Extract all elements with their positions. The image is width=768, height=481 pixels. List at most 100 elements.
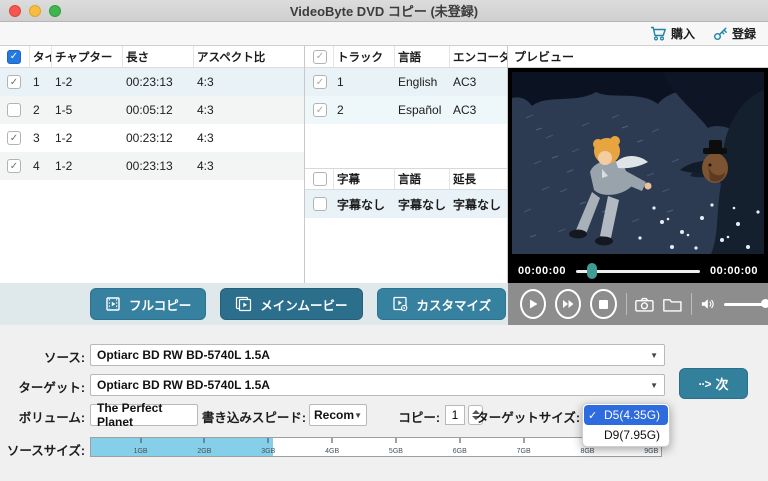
minimize-button[interactable] [29, 5, 41, 17]
purchase-label: 購入 [671, 25, 695, 42]
track-encoder: AC3 [450, 103, 507, 117]
title-id: 2 [30, 103, 52, 117]
stop-icon [599, 300, 608, 309]
video-frame[interactable] [508, 68, 768, 258]
col-aspect[interactable]: アスペクト比 [194, 46, 304, 67]
title-length: 00:23:12 [123, 131, 194, 145]
divider [691, 293, 692, 315]
title-aspect: 4:3 [194, 103, 304, 117]
volume-icon[interactable] [701, 297, 715, 311]
col-encoder[interactable]: エンコーダー [450, 46, 507, 67]
row-checkbox[interactable]: ✓ [313, 75, 327, 89]
col-subtitle-language[interactable]: 言語 [395, 169, 450, 189]
divider [626, 293, 627, 315]
title-aspect: 4:3 [194, 75, 304, 89]
chevron-down-icon: ▼ [650, 381, 658, 390]
close-button[interactable] [9, 5, 21, 17]
burn-settings-form: ソース: Optiarc BD RW BD-5740L 1.5A ▼ ターゲット… [0, 325, 768, 481]
main-movie-button[interactable]: メインムービー [220, 288, 362, 320]
col-length[interactable]: 長さ [123, 46, 194, 67]
register-label: 登録 [732, 25, 756, 42]
copy-count-input[interactable]: 1 [445, 405, 465, 425]
fast-forward-button[interactable] [555, 289, 581, 319]
volume-input[interactable]: The Perfect Planet [90, 404, 198, 426]
track-language: English [395, 75, 450, 89]
row-checkbox[interactable]: ✓ [7, 131, 21, 145]
select-all-tracks-checkbox[interactable]: ✓ [313, 50, 327, 64]
table-row[interactable]: ✓ 2 Español AC3 [305, 96, 507, 124]
select-all-subtitles-checkbox[interactable] [313, 172, 327, 186]
stop-button[interactable] [590, 289, 616, 319]
track-language: Español [395, 103, 450, 117]
tick-label: 1GB [134, 448, 148, 455]
table-row[interactable]: ✓ 1 English AC3 [305, 68, 507, 96]
table-row[interactable]: ✓ 1 1-2 00:23:13 4:3 [0, 68, 304, 96]
content-area: ✓ タイ チャプター 長さ アスペクト比 ✓ 1 1-2 00:23:13 4:… [0, 46, 768, 283]
table-row[interactable]: ✓ 3 1-2 00:23:12 4:3 [0, 124, 304, 152]
dashed-arrow-icon: ··> [698, 377, 710, 391]
table-row[interactable]: ✓ 4 1-2 00:23:13 4:3 [0, 152, 304, 180]
source-select[interactable]: Optiarc BD RW BD-5740L 1.5A ▼ [90, 344, 665, 366]
fast-forward-icon [562, 299, 575, 309]
menu-item-d5[interactable]: ✓ D5(4.35G) [584, 405, 668, 425]
title-chapter: 1-2 [52, 131, 123, 145]
title-length: 00:23:13 [123, 75, 194, 89]
main-movie-label: メインムービー [260, 295, 347, 314]
seek-slider[interactable] [576, 263, 700, 279]
purchase-button[interactable]: 購入 [650, 25, 695, 42]
title-id: 1 [30, 75, 52, 89]
title-length: 00:23:13 [123, 159, 194, 173]
toolbar: 購入 登録 [0, 22, 768, 46]
snapshot-camera-icon[interactable] [635, 296, 654, 313]
row-checkbox[interactable] [7, 103, 21, 117]
col-subtitle[interactable]: 字幕 [334, 169, 395, 189]
col-track[interactable]: トラック [334, 46, 395, 67]
row-checkbox[interactable] [313, 197, 327, 211]
col-chapter[interactable]: チャプター [52, 46, 123, 67]
col-title[interactable]: タイ [30, 46, 52, 67]
app-window: VideoByte DVD コピー (未登録) 購入 登録 ✓ タイ [0, 0, 768, 481]
zoom-button[interactable] [49, 5, 61, 17]
volume-knob[interactable] [761, 299, 768, 308]
player-controls [508, 283, 768, 325]
row-checkbox[interactable]: ✓ [7, 159, 21, 173]
preview-label: プレビュー [508, 46, 768, 68]
open-folder-icon[interactable] [663, 296, 682, 313]
customize-button[interactable]: カスタマイズ [377, 288, 507, 320]
row-checkbox[interactable]: ✓ [313, 103, 327, 117]
volume-slider[interactable] [724, 299, 768, 309]
full-copy-button[interactable]: フルコピー [90, 288, 206, 320]
subtitle-table-header: 字幕 言語 延長 [305, 168, 507, 190]
spacer [305, 124, 507, 168]
register-button[interactable]: 登録 [713, 25, 756, 42]
bottom-strip: フルコピー メインムービー カスタマイズ [0, 283, 768, 325]
title-chapter: 1-2 [52, 159, 123, 173]
write-speed-value: Recomme [314, 408, 354, 422]
film-play-icon [105, 296, 121, 312]
menu-item-d9[interactable]: D9(7.95G) [584, 425, 668, 445]
col-track-language[interactable]: 言語 [395, 46, 450, 67]
select-all-titles-checkbox[interactable]: ✓ [7, 50, 21, 64]
play-button[interactable] [520, 289, 546, 319]
table-row[interactable]: 字幕なし 字幕なし 字幕なし [305, 190, 507, 218]
tick-mark [268, 438, 269, 443]
title-table: ✓ タイ チャプター 長さ アスペクト比 ✓ 1 1-2 00:23:13 4:… [0, 46, 305, 283]
tick-label: 5GB [389, 448, 403, 455]
tick-label: 3GB [261, 448, 275, 455]
tick-label: 8GB [580, 448, 594, 455]
source-size-bar: 1GB 2GB 3GB 4GB 5GB 6GB 7GB 8GB 9GB [90, 437, 662, 457]
title-chapter: 1-5 [52, 103, 123, 117]
seek-handle[interactable] [587, 263, 597, 279]
customize-label: カスタマイズ [417, 295, 492, 314]
full-copy-label: フルコピー [129, 295, 191, 314]
title-length: 00:05:12 [123, 103, 194, 117]
row-checkbox[interactable]: ✓ [7, 75, 21, 89]
tick-mark [140, 438, 141, 443]
source-size-fill [91, 438, 273, 456]
track-encoder: AC3 [450, 75, 507, 89]
target-select[interactable]: Optiarc BD RW BD-5740L 1.5A ▼ [90, 374, 665, 396]
col-extension[interactable]: 延長 [450, 169, 507, 189]
table-row[interactable]: 2 1-5 00:05:12 4:3 [0, 96, 304, 124]
next-button[interactable]: ··> 次 [679, 368, 748, 399]
tick-label: 2GB [197, 448, 211, 455]
